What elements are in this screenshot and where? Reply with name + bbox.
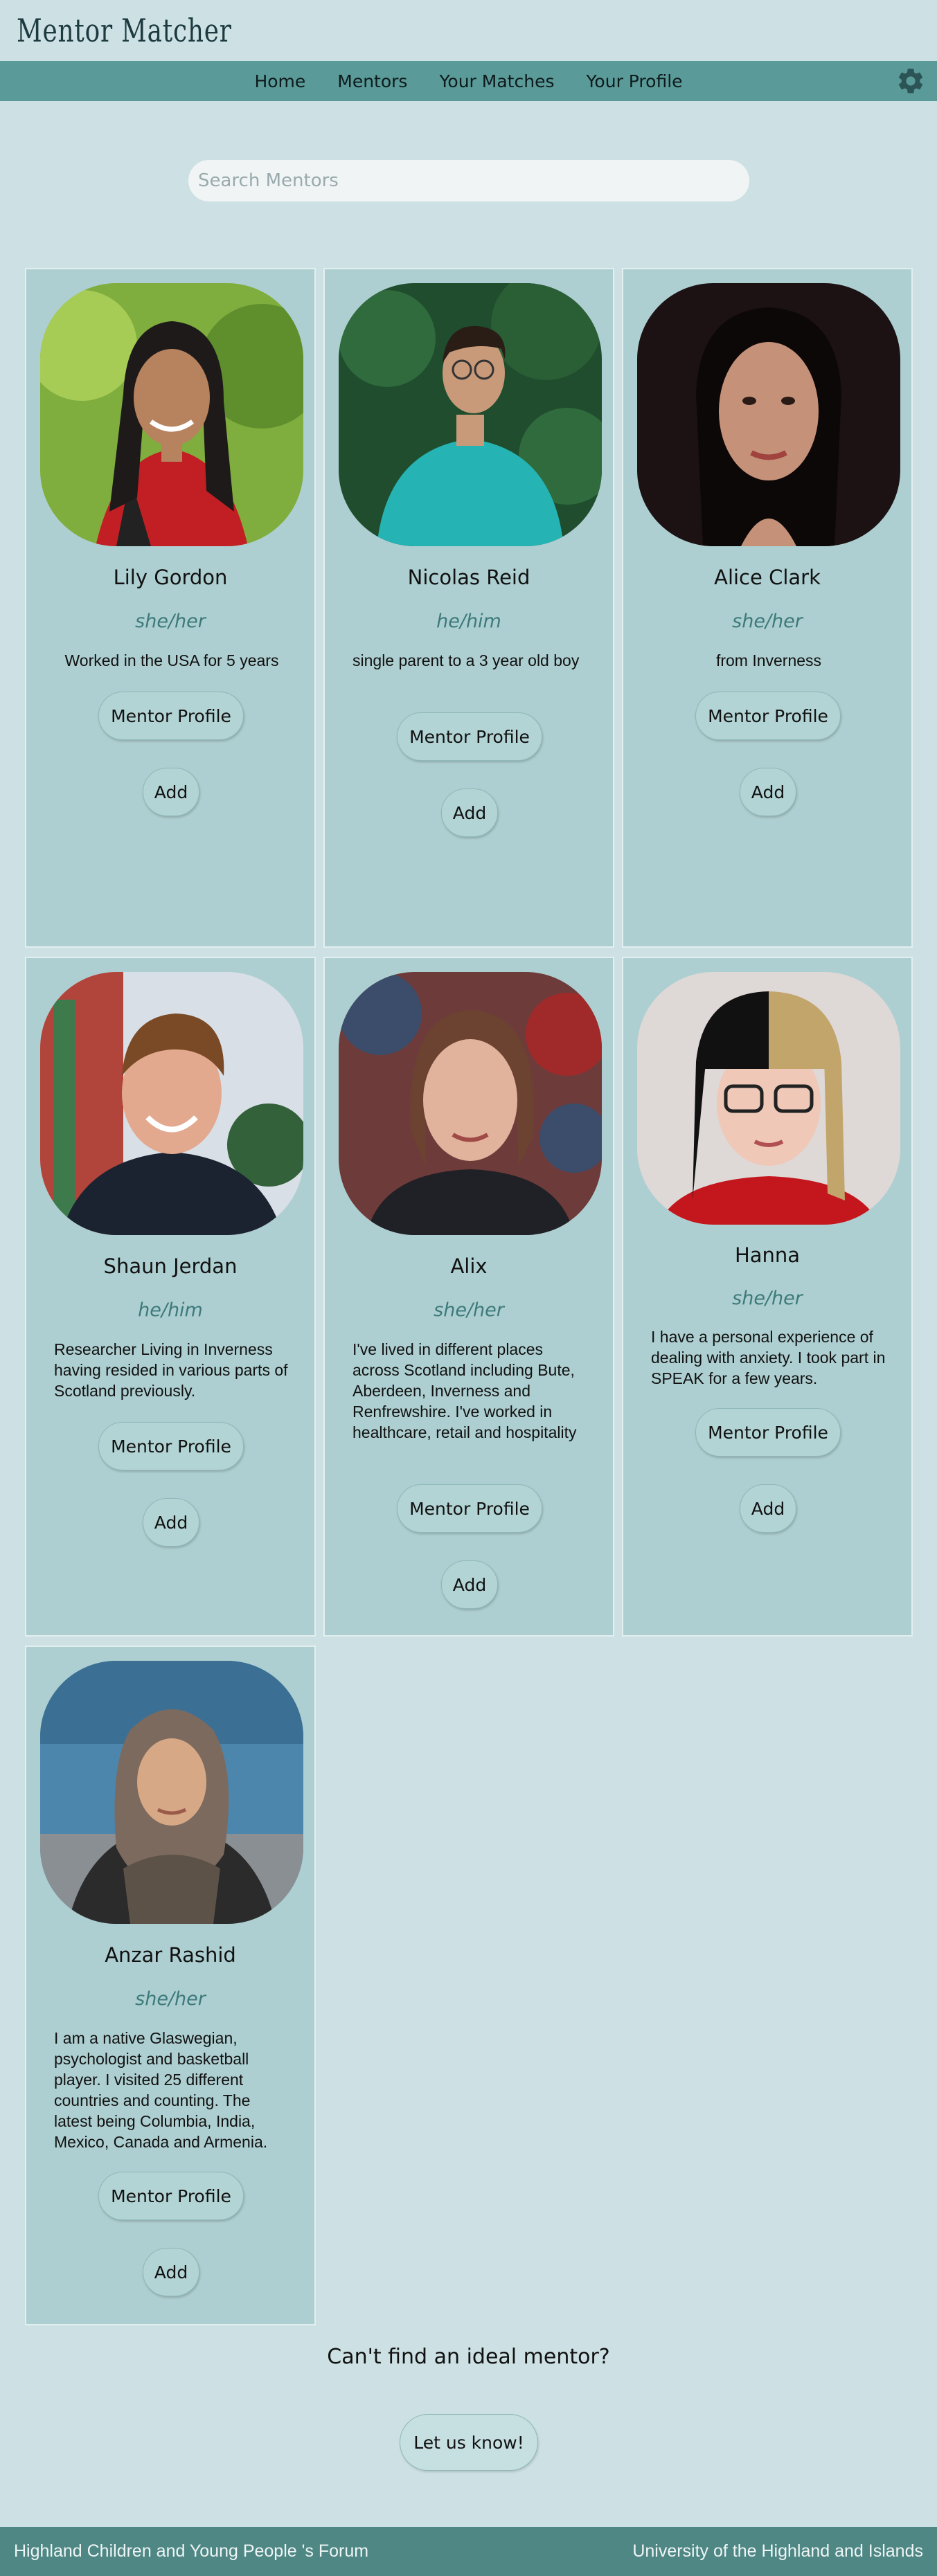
mentor-photo <box>40 1661 303 1924</box>
mentor-profile-button[interactable]: Mentor Profile <box>695 1408 841 1457</box>
mentor-bio: Researcher Living in Inverness having re… <box>54 1340 288 1400</box>
mentor-photo-image <box>637 972 900 1225</box>
mentor-photo <box>637 283 900 546</box>
mentor-card: Alix she/her I've lived in different pla… <box>323 957 614 1637</box>
add-mentor-button[interactable]: Add <box>740 1484 796 1533</box>
footer: Highland Children and Young People 's Fo… <box>0 2527 937 2576</box>
mentor-name: Alice Clark <box>714 566 821 589</box>
mentor-card: Lily Gordon she/her Worked in the USA fo… <box>25 268 316 948</box>
mentor-card: Nicolas Reid he/him single parent to a 3… <box>323 268 614 948</box>
mentor-pronouns: she/her <box>135 1988 206 2010</box>
cta-text: Can't find an ideal mentor? <box>327 2345 610 2369</box>
mentor-name: Anzar Rashid <box>105 1943 236 1967</box>
mentor-profile-button[interactable]: Mentor Profile <box>397 712 542 761</box>
mentor-photo-image <box>40 283 303 546</box>
mentor-photo-image <box>40 972 303 1235</box>
mentor-pronouns: he/him <box>436 611 501 632</box>
mentor-card: Hanna she/her I have a personal experien… <box>622 957 913 1637</box>
mentor-bio: from Inverness <box>715 651 822 669</box>
nav-item-your-profile[interactable]: Your Profile <box>586 71 682 91</box>
mentor-name: Nicolas Reid <box>407 566 530 589</box>
add-mentor-button[interactable]: Add <box>143 1498 199 1547</box>
let-us-know-button[interactable]: Let us know! <box>400 2414 538 2471</box>
search-bar <box>188 160 749 201</box>
mentor-bio: I am a native Glaswegian, psychologist a… <box>54 2029 268 2151</box>
mentor-pronouns: she/her <box>135 611 206 632</box>
mentor-profile-button[interactable]: Mentor Profile <box>98 2172 244 2220</box>
mentor-profile-button[interactable]: Mentor Profile <box>397 1484 542 1533</box>
mentor-card: Alice Clark she/her from Inverness Mento… <box>622 268 913 948</box>
mentor-name: Alix <box>450 1254 488 1278</box>
mentor-pronouns: she/her <box>732 611 803 632</box>
app-logo[interactable]: Mentor Matcher <box>17 12 232 49</box>
add-mentor-button[interactable]: Add <box>441 1560 498 1609</box>
mentor-bio: I have a personal experience of dealing … <box>651 1328 886 1387</box>
mentor-photo <box>339 283 602 546</box>
mentor-profile-button[interactable]: Mentor Profile <box>98 1422 244 1470</box>
mentor-photo-image <box>40 1661 303 1924</box>
mentor-pronouns: she/her <box>434 1299 504 1321</box>
header: Mentor Matcher <box>0 0 937 61</box>
add-mentor-button[interactable]: Add <box>143 768 199 816</box>
mentor-photo-image <box>339 283 602 546</box>
footer-left-text: Highland Children and Young People 's Fo… <box>14 2541 369 2561</box>
mentor-photo-image <box>637 283 900 546</box>
mentor-photo <box>637 972 900 1225</box>
gear-icon[interactable] <box>895 66 926 96</box>
mentor-photo <box>339 972 602 1235</box>
mentor-bio: I've lived in different places across Sc… <box>353 1340 577 1441</box>
mentor-bio: Worked in the USA for 5 years <box>64 651 279 669</box>
mentor-profile-button[interactable]: Mentor Profile <box>98 692 244 740</box>
mentor-photo <box>40 283 303 546</box>
search-input[interactable] <box>188 160 749 201</box>
mentor-name: Lily Gordon <box>113 566 228 589</box>
mentor-photo <box>40 972 303 1235</box>
mentor-pronouns: she/her <box>732 1288 803 1309</box>
mentor-profile-button[interactable]: Mentor Profile <box>695 692 841 740</box>
add-mentor-button[interactable]: Add <box>143 2248 199 2296</box>
add-mentor-button[interactable]: Add <box>441 789 498 837</box>
mentor-bio: single parent to a 3 year old boy <box>353 651 580 669</box>
footer-right-text: University of the Highland and Islands <box>632 2541 923 2561</box>
nav-item-your-matches[interactable]: Your Matches <box>439 71 554 91</box>
add-mentor-button[interactable]: Add <box>740 768 796 816</box>
nav-links: Home Mentors Your Matches Your Profile <box>0 61 937 101</box>
mentor-pronouns: he/him <box>138 1299 203 1321</box>
mentor-name: Hanna <box>734 1243 801 1267</box>
nav-item-mentors[interactable]: Mentors <box>337 71 407 91</box>
mentor-photo-image <box>339 972 602 1235</box>
nav-bar: Home Mentors Your Matches Your Profile <box>0 61 937 101</box>
nav-item-home[interactable]: Home <box>254 71 305 91</box>
mentor-name: Shaun Jerdan <box>103 1254 238 1278</box>
mentor-card: Shaun Jerdan he/him Researcher Living in… <box>25 957 316 1637</box>
mentor-card: Anzar Rashid she/her I am a native Glasw… <box>25 1646 316 2325</box>
